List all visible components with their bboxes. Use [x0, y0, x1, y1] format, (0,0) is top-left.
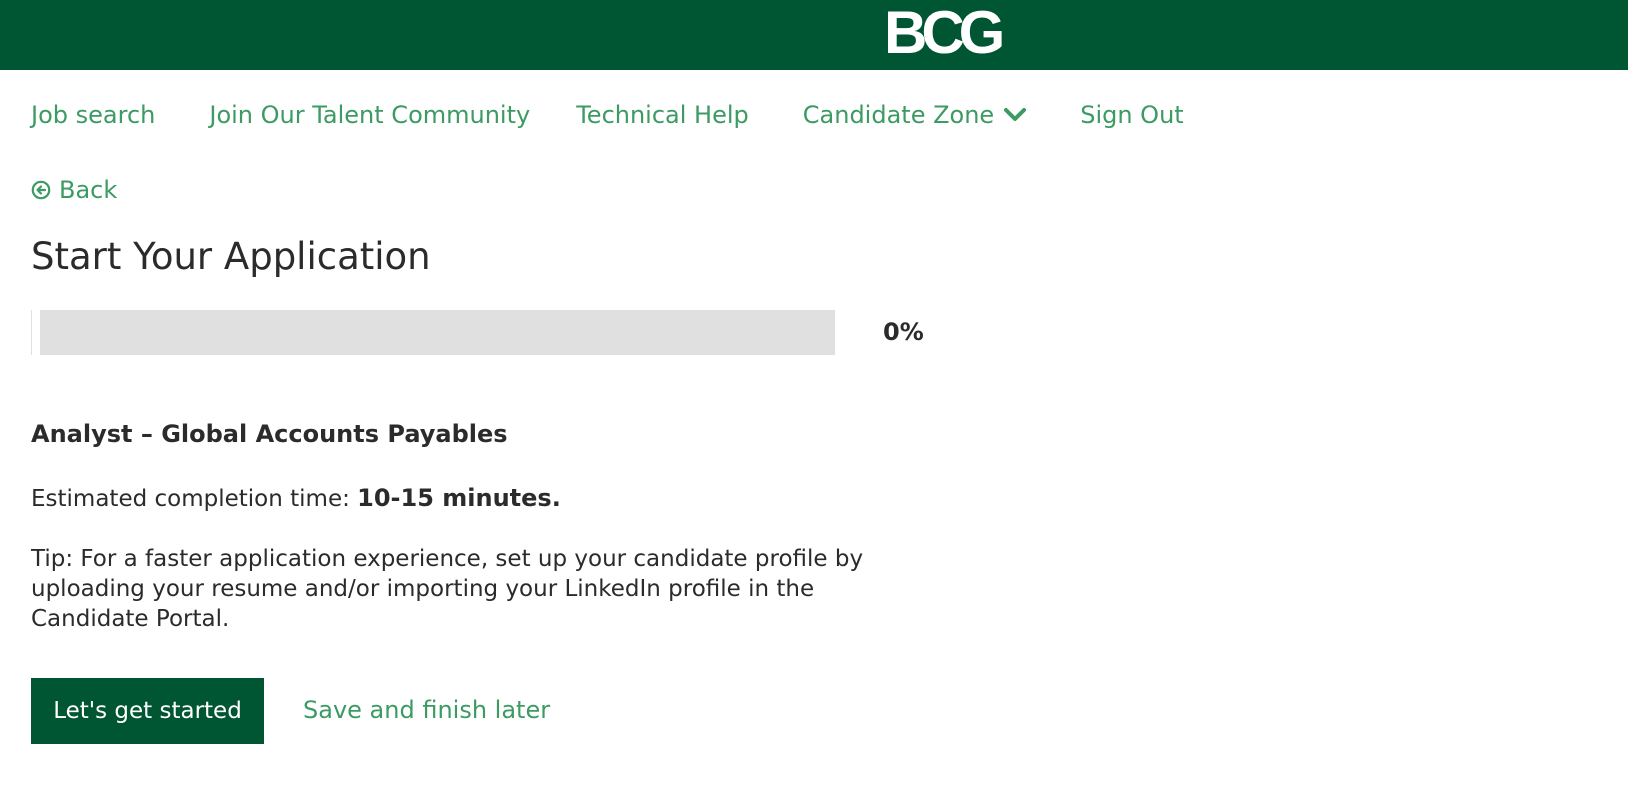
bcg-logo[interactable]: BCG [884, 3, 1005, 63]
job-title: Analyst – Global Accounts Payables [31, 420, 508, 448]
back-link[interactable]: Back [31, 176, 117, 204]
progress-percent: 0% [883, 318, 924, 346]
progress-bar-start-edge [31, 310, 40, 355]
estimated-time-prefix: Estimated completion time: [31, 486, 358, 512]
chevron-down-icon [1004, 108, 1027, 121]
progress-bar [31, 310, 835, 355]
estimated-time: Estimated completion time: 10-15 minutes… [31, 484, 561, 512]
nav-job-search[interactable]: Job search [31, 101, 155, 129]
nav-candidate-zone[interactable]: Candidate Zone [802, 101, 1027, 129]
save-finish-later-link[interactable]: Save and finish later [303, 696, 550, 724]
nav-talent-community[interactable]: Join Our Talent Community [209, 101, 530, 129]
back-label: Back [59, 176, 118, 204]
nav-candidate-zone-label: Candidate Zone [802, 101, 995, 129]
estimated-time-value: 10-15 minutes. [357, 484, 561, 512]
arrow-circle-left-icon [31, 180, 51, 200]
tip-text: Tip: For a faster application experience… [31, 546, 864, 632]
nav-sign-out[interactable]: Sign Out [1080, 101, 1184, 129]
top-bar: BCG [0, 0, 1628, 70]
page-title: Start Your Application [31, 235, 431, 278]
nav-technical-help[interactable]: Technical Help [576, 101, 749, 129]
get-started-button[interactable]: Let's get started [31, 678, 264, 744]
main-nav: Job search Join Our Talent Community Tec… [31, 99, 1184, 131]
